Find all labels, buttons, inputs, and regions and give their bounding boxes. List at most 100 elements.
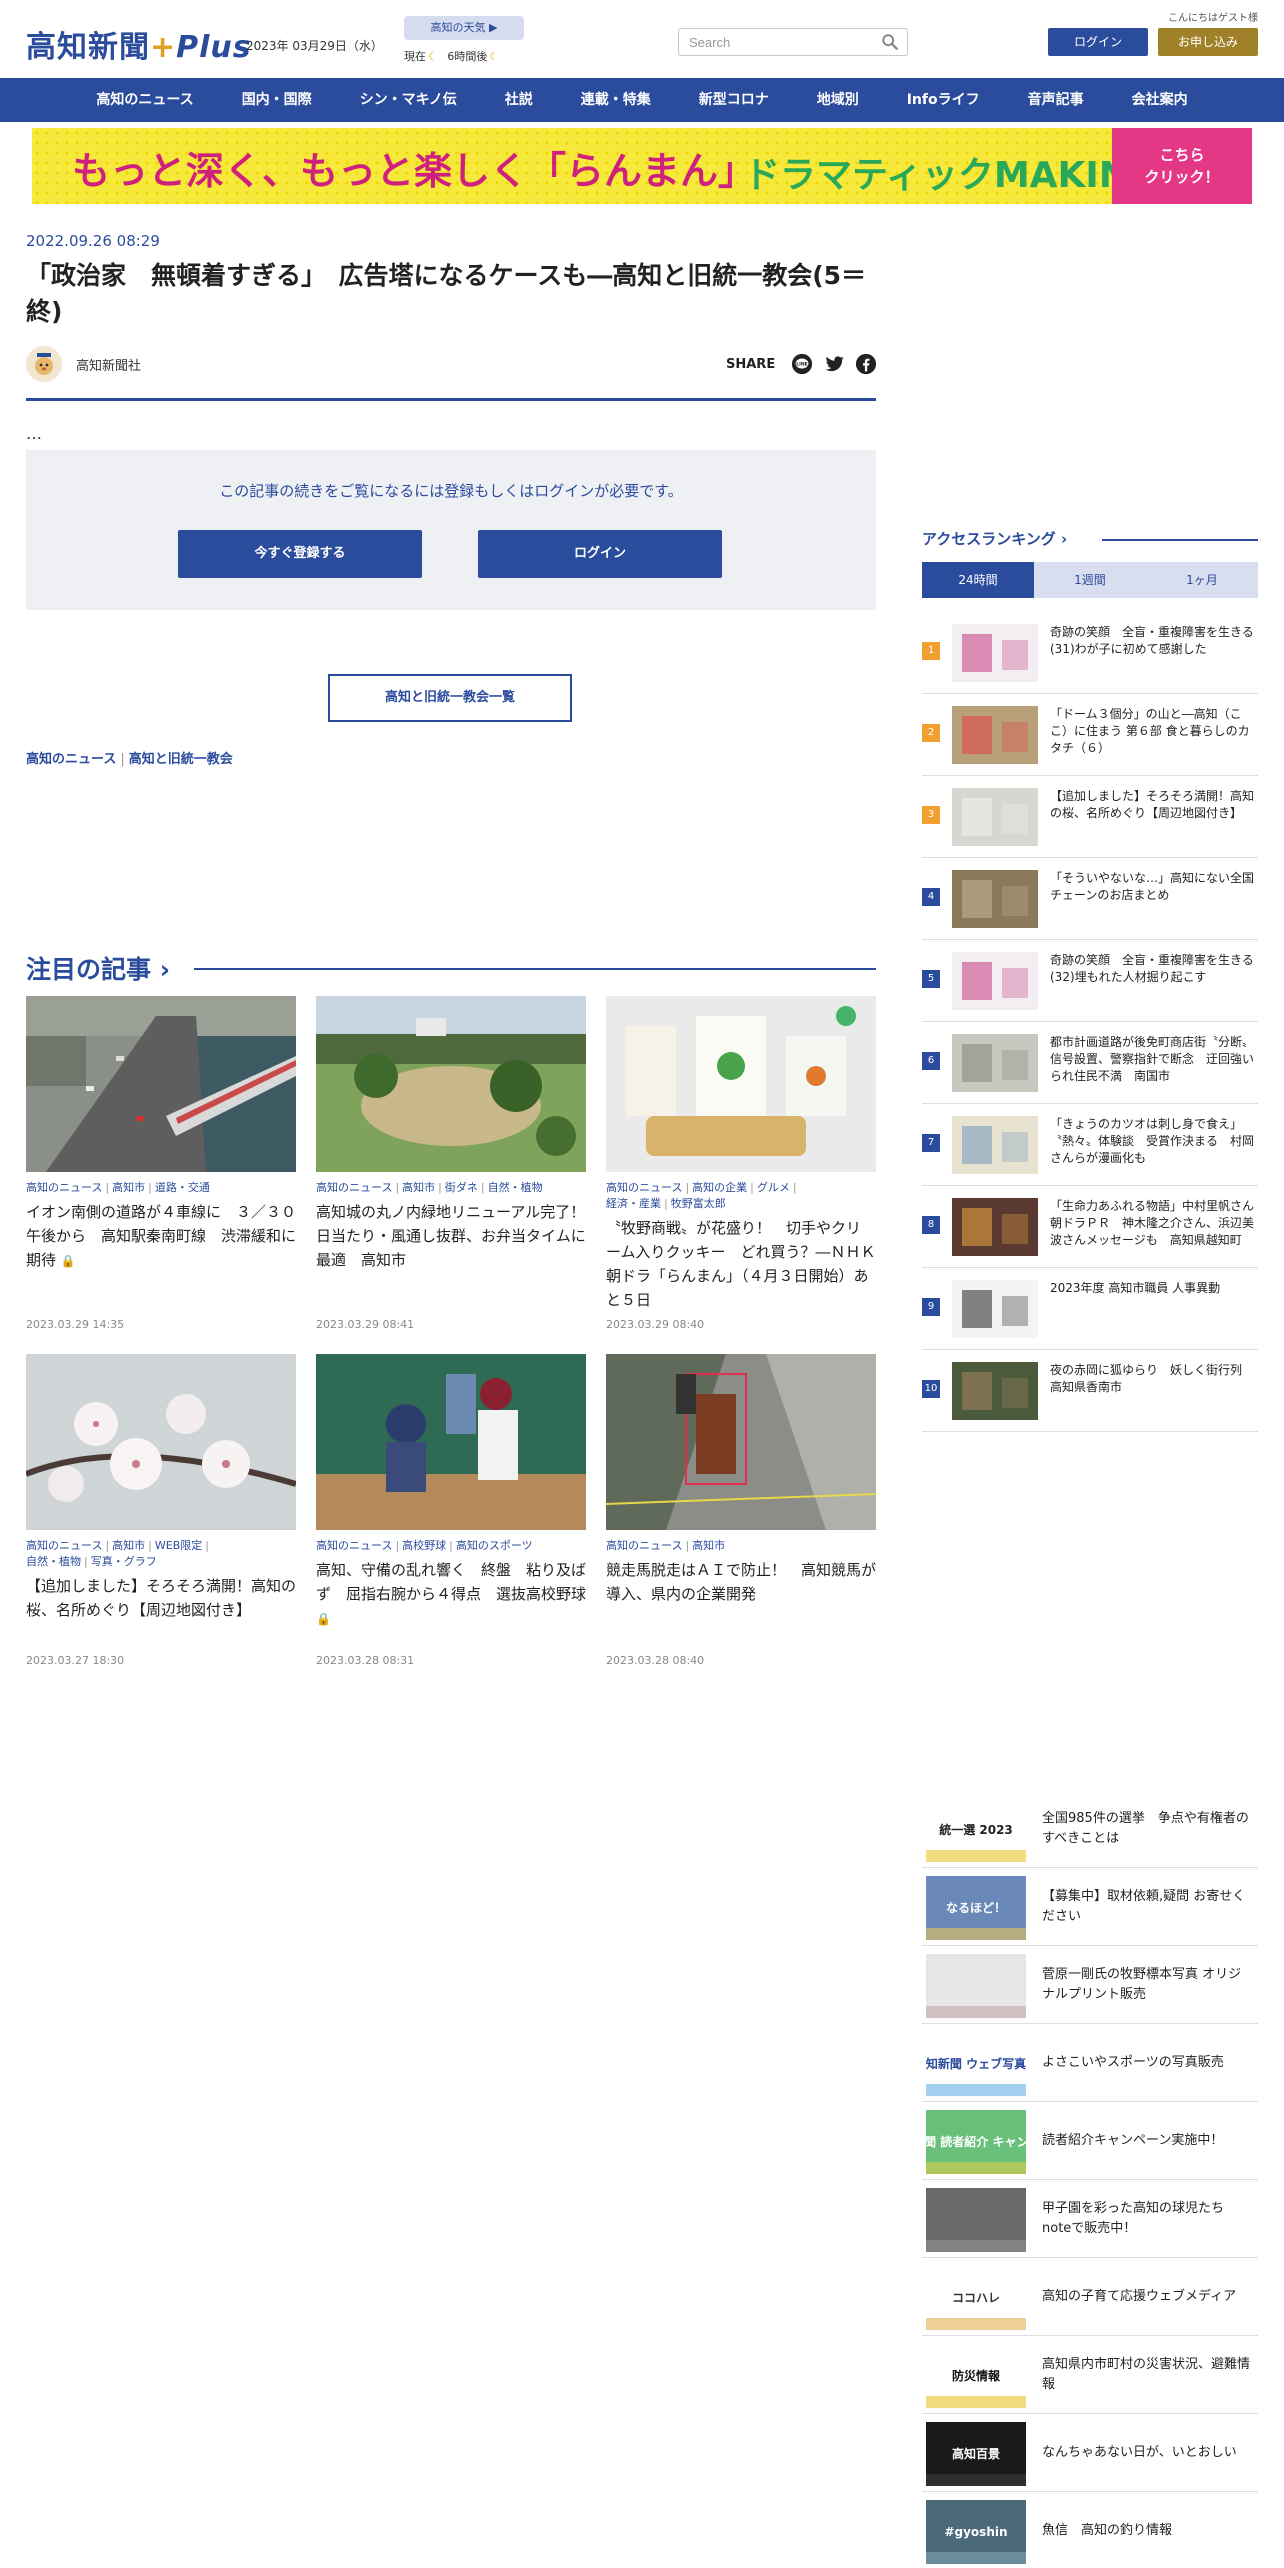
featured-card[interactable]: 高知のニュース | 高知市 | 道路・交通 イオン南側の道路が４車線に ３／３０午後から… bbox=[26, 996, 296, 1331]
ranking-item[interactable]: 10 夜の赤岡に狐ゆらり 妖しく街行列 高知県香南市 bbox=[922, 1350, 1258, 1432]
nav-item-kochi-news[interactable]: 高知のニュース bbox=[72, 78, 217, 122]
rank-title[interactable]: 【追加しました】そろそろ満開！高知の桜、名所めぐり【周辺地図付き】 bbox=[1050, 788, 1256, 822]
ranking-item[interactable]: 2 「ドーム３個分」の山と―高知（ここ）に住まう 第６部 食と暮らしのカタチ（６） bbox=[922, 694, 1258, 776]
twitter-icon[interactable] bbox=[823, 353, 845, 375]
category-link[interactable]: 自然・植物 bbox=[26, 1555, 81, 1568]
nav-item-audio[interactable]: 音声記事 bbox=[1004, 78, 1108, 122]
featured-title[interactable]: 注目の記事 › bbox=[26, 950, 170, 986]
rank-thumbnail[interactable] bbox=[952, 788, 1038, 846]
ranking-item[interactable]: 5 奇跡の笑顔 全盲・重複障害を生きる(32)埋もれた人材掘り起こす bbox=[922, 940, 1258, 1022]
ranking-item[interactable]: 1 奇跡の笑顔 全盲・重複障害を生きる(31)わが子に初めて感謝した bbox=[922, 612, 1258, 694]
card-title[interactable]: 競走馬脱走はＡＩで防止！ 高知競馬が導入、県内の企業開発 bbox=[606, 1558, 876, 1606]
featured-card[interactable]: 高知のニュース | 高知市 | WEB限定 | 自然・植物 | 写真・グラフ 【追加しました】そ… bbox=[26, 1354, 296, 1667]
side-link-title[interactable]: 高知の子育て応援ウェブメディア bbox=[1042, 2258, 1254, 2336]
ranking-item[interactable]: 7 「きょうのカツオは刺し身で食え」〝熱々〟体験談 受賞作決まる 村岡さんらが漫画… bbox=[922, 1104, 1258, 1186]
side-link-item[interactable]: 甲子園を彩った高知の球児たち noteで販売中！ bbox=[922, 2180, 1258, 2258]
featured-card[interactable]: 高知のニュース | 高校野球 | 高知のスポーツ 高知、守備の乱れ響く 終盤 粘り及ばず… bbox=[316, 1354, 586, 1667]
side-link-title[interactable]: よさこいやスポーツの写真販売 bbox=[1042, 2024, 1254, 2102]
side-link-title[interactable]: 全国985件の選挙 争点や有権者のすべきことは bbox=[1042, 1790, 1254, 1868]
card-title[interactable]: 高知、守備の乱れ響く 終盤 粘り及ばず 屈指右腕から４得点 選抜高校野球 🔒 bbox=[316, 1558, 586, 1631]
apply-button[interactable]: お申し込み bbox=[1158, 28, 1258, 56]
category-link[interactable]: 道路・交通 bbox=[155, 1181, 210, 1194]
rank-thumbnail[interactable] bbox=[952, 952, 1038, 1010]
rank-title[interactable]: 「生命力あふれる物語」中村里帆さん朝ドラＰＲ 神木隆之介さん、浜辺美波さんメッセ… bbox=[1050, 1198, 1256, 1249]
card-thumbnail[interactable] bbox=[606, 996, 876, 1172]
side-link-item[interactable]: 菅原一剛氏の牧野標本写真 オリジナルプリント販売 bbox=[922, 1946, 1258, 2024]
side-link-thumbnail[interactable] bbox=[926, 1954, 1026, 2018]
search-input[interactable] bbox=[689, 29, 869, 55]
side-link-thumbnail[interactable] bbox=[926, 2188, 1026, 2252]
ranking-item[interactable]: 6 都市計画道路が後免町商店街〝分断〟 信号設置、警察指針で断念 迂回強いられ住民… bbox=[922, 1022, 1260, 1104]
side-link-thumbnail[interactable]: 統一選 2023 bbox=[926, 1798, 1026, 1862]
side-link-thumbnail[interactable]: #gyoshin bbox=[926, 2500, 1026, 2564]
side-link-title[interactable]: 読者紹介キャンペーン実施中！ bbox=[1042, 2102, 1254, 2180]
category-link[interactable]: 高知市 bbox=[112, 1539, 145, 1552]
category-link[interactable]: 高知のニュース bbox=[606, 1539, 682, 1552]
search-icon[interactable] bbox=[881, 33, 899, 51]
category-link[interactable]: 経済・産業 bbox=[606, 1197, 661, 1210]
card-thumbnail[interactable] bbox=[26, 996, 296, 1172]
card-title[interactable]: 〝牧野商戦〟が花盛り！ 切手やクリーム入りクッキー どれ買う？―ＮＨＫ朝ドラ「ら… bbox=[606, 1216, 876, 1312]
tab-1month[interactable]: 1ヶ月 bbox=[1146, 562, 1258, 598]
ad-banner-ranman[interactable]: もっと深く、もっと楽しく「らんまん」 ドラマティックMAKINO! こちら クリ… bbox=[32, 128, 1252, 204]
side-link-item[interactable]: 高知新聞 ウェブ写真館 よさこいやスポーツの写真販売 bbox=[922, 2024, 1258, 2102]
rank-thumbnail[interactable] bbox=[952, 1034, 1038, 1092]
tag-link[interactable]: 高知のニュース bbox=[26, 752, 116, 767]
side-link-item[interactable]: ココハレ 高知の子育て応援ウェブメディア bbox=[922, 2258, 1258, 2336]
featured-card[interactable]: 高知のニュース | 高知の企業 | グルメ | 経済・産業 | 牧野富太郎 〝牧野商戦〟が花盛り… bbox=[606, 996, 876, 1331]
category-link[interactable]: 高知の企業 bbox=[692, 1181, 747, 1194]
card-thumbnail[interactable] bbox=[26, 1354, 296, 1530]
nav-item-makino[interactable]: シン・マキノ伝 bbox=[336, 78, 481, 122]
card-title[interactable]: イオン南側の道路が４車線に ３／３０午後から 高知駅秦南町線 渋滞緩和に期待 🔒 bbox=[26, 1200, 296, 1273]
rank-title[interactable]: 「ドーム３個分」の山と―高知（ここ）に住まう 第６部 食と暮らしのカタチ（６） bbox=[1050, 706, 1256, 757]
category-link[interactable]: 高知市 bbox=[692, 1539, 725, 1552]
weather-button[interactable]: 高知の天気 ▶ bbox=[404, 16, 524, 40]
nav-item-company[interactable]: 会社案内 bbox=[1108, 78, 1212, 122]
ranking-item[interactable]: 3 【追加しました】そろそろ満開！高知の桜、名所めぐり【周辺地図付き】 bbox=[922, 776, 1258, 858]
category-link[interactable]: 高知のスポーツ bbox=[456, 1539, 533, 1552]
rank-title[interactable]: 「きょうのカツオは刺し身で食え」〝熱々〟体験談 受賞作決まる 村岡さんらが漫画化… bbox=[1050, 1116, 1256, 1167]
category-link[interactable]: 高校野球 bbox=[402, 1539, 446, 1552]
category-link[interactable]: 高知のニュース bbox=[26, 1539, 102, 1552]
category-link[interactable]: 写真・グラフ bbox=[91, 1555, 157, 1568]
category-link[interactable]: 高知のニュース bbox=[26, 1181, 102, 1194]
ranking-item[interactable]: 4 「そういやないな…」高知にない全国チェーンのお店まとめ bbox=[922, 858, 1258, 940]
rank-title[interactable]: 奇跡の笑顔 全盲・重複障害を生きる(32)埋もれた人材掘り起こす bbox=[1050, 952, 1256, 986]
side-link-item[interactable]: なるほど！ 【募集中】取材依頼,疑問 お寄せください bbox=[922, 1868, 1258, 1946]
rank-title[interactable]: 都市計画道路が後免町商店街〝分断〟 信号設置、警察指針で断念 迂回強いられ住民不… bbox=[1050, 1034, 1260, 1085]
register-button[interactable]: 今すぐ登録する bbox=[178, 530, 422, 578]
rank-thumbnail[interactable] bbox=[952, 1362, 1038, 1420]
nav-item-region[interactable]: 地域別 bbox=[793, 78, 883, 122]
featured-card[interactable]: 高知のニュース | 高知市 | 街ダネ | 自然・植物 高知城の丸ノ内緑地リニューアル完了！… bbox=[316, 996, 600, 1331]
category-link[interactable]: 高知市 bbox=[402, 1181, 435, 1194]
rank-title[interactable]: 2023年度 高知市職員 人事異動 bbox=[1050, 1280, 1256, 1297]
ranking-title[interactable]: アクセスランキング › bbox=[922, 528, 1067, 549]
category-link[interactable]: 高知のニュース bbox=[606, 1181, 682, 1194]
tab-1week[interactable]: 1週間 bbox=[1034, 562, 1146, 598]
featured-card[interactable]: 高知のニュース | 高知市 競走馬脱走はＡＩで防止！ 高知競馬が導入、県内の企業開発… bbox=[606, 1354, 876, 1667]
card-thumbnail[interactable] bbox=[316, 996, 586, 1172]
ranking-item[interactable]: 9 2023年度 高知市職員 人事異動 bbox=[922, 1268, 1258, 1350]
side-link-item[interactable]: 高知百景 なんちゃあない日が、いとおしい bbox=[922, 2414, 1258, 2492]
side-link-thumbnail[interactable]: ココハレ bbox=[926, 2266, 1026, 2330]
nav-item-info-life[interactable]: Infoライフ bbox=[883, 78, 1004, 122]
side-link-item[interactable]: 高知新聞 読者紹介 キャンペーン 読者紹介キャンペーン実施中！ bbox=[922, 2102, 1258, 2180]
category-link[interactable]: 高知市 bbox=[112, 1181, 145, 1194]
category-link[interactable]: WEB限定 bbox=[155, 1539, 202, 1552]
card-title[interactable]: 高知城の丸ノ内緑地リニューアル完了！ 日当たり・風通し抜群、お弁当タイムに最適 … bbox=[316, 1200, 600, 1272]
rank-title[interactable]: 奇跡の笑顔 全盲・重複障害を生きる(31)わが子に初めて感謝した bbox=[1050, 624, 1256, 658]
card-title[interactable]: 【追加しました】そろそろ満開！高知の桜、名所めぐり【周辺地図付き】 bbox=[26, 1574, 296, 1622]
card-thumbnail[interactable] bbox=[606, 1354, 876, 1530]
side-link-item[interactable]: 防災情報 高知県内市町村の災害状況、避難情報 bbox=[922, 2336, 1258, 2414]
rank-thumbnail[interactable] bbox=[952, 706, 1038, 764]
side-link-item[interactable]: 統一選 2023 全国985件の選挙 争点や有権者のすべきことは bbox=[922, 1790, 1258, 1868]
side-link-thumbnail[interactable]: 高知新聞 ウェブ写真館 bbox=[926, 2032, 1026, 2096]
facebook-icon[interactable] bbox=[855, 353, 877, 375]
nav-item-editorial[interactable]: 社説 bbox=[481, 78, 557, 122]
tab-24h[interactable]: 24時間 bbox=[922, 562, 1034, 598]
rank-thumbnail[interactable] bbox=[952, 870, 1038, 928]
side-link-title[interactable]: 甲子園を彩った高知の球児たち noteで販売中！ bbox=[1042, 2180, 1254, 2258]
rank-thumbnail[interactable] bbox=[952, 1116, 1038, 1174]
side-link-thumbnail[interactable]: 防災情報 bbox=[926, 2344, 1026, 2408]
series-list-button[interactable]: 高知と旧統一教会一覧 bbox=[328, 674, 572, 722]
